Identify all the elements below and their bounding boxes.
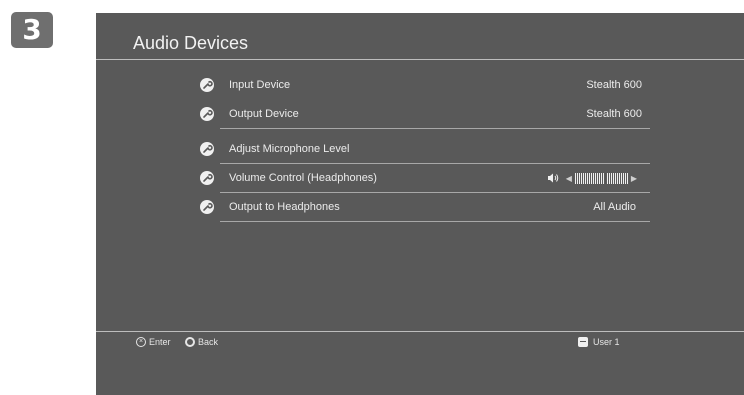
volume-tick (626, 172, 628, 184)
volume-tick (582, 172, 584, 184)
menu-item-output-to-headphones[interactable]: Output to Headphones All Audio (200, 193, 650, 222)
volume-tick (624, 172, 626, 184)
menu-item-value: Stealth 600 (586, 79, 642, 91)
wrench-icon (200, 171, 214, 185)
volume-decrease-icon[interactable]: ◀ (566, 174, 572, 183)
volume-tick (620, 172, 622, 184)
wrench-icon (200, 107, 214, 121)
menu-item-output-device[interactable]: Output Device Stealth 600 (200, 100, 650, 129)
volume-tick (602, 172, 604, 184)
volume-tick (592, 172, 594, 184)
volume-tick (590, 172, 592, 184)
console-screen: Audio Devices Input Device Stealth 600 O… (96, 13, 744, 395)
volume-tick (578, 172, 580, 184)
user-indicator: User 1 (578, 337, 620, 347)
volume-tick (586, 172, 588, 184)
volume-tick (596, 172, 598, 184)
volume-tick (610, 172, 612, 184)
volume-tick (614, 172, 616, 184)
menu-item-input-device[interactable]: Input Device Stealth 600 (200, 71, 650, 100)
menu-item-label: Volume Control (Headphones) (229, 172, 377, 184)
wrench-icon (200, 142, 214, 156)
page-title: Audio Devices (133, 33, 249, 53)
menu-item-label: Output to Headphones (229, 201, 340, 213)
volume-tick (618, 172, 620, 184)
menu-item-label: Adjust Microphone Level (229, 143, 350, 155)
menu-item-adjust-microphone-level[interactable]: Adjust Microphone Level (200, 135, 650, 164)
menu-item-label: Output Device (229, 108, 299, 120)
back-label: Back (198, 337, 219, 347)
user-icon (578, 337, 588, 347)
wrench-icon (200, 200, 214, 214)
menu-item-value: Stealth 600 (586, 108, 642, 120)
volume-tick (616, 172, 618, 184)
volume-tick (594, 172, 596, 184)
volume-tick (612, 172, 614, 184)
volume-tick (622, 172, 624, 184)
volume-tick (588, 172, 590, 184)
volume-tick (598, 172, 600, 184)
back-hint[interactable]: Back (185, 337, 218, 347)
volume-increase-icon[interactable]: ▶ (631, 174, 637, 183)
menu-item-value: All Audio (593, 201, 636, 213)
volume-tick (606, 172, 608, 184)
volume-tick (600, 172, 602, 184)
user-label: User 1 (593, 337, 620, 347)
volume-tick (576, 172, 578, 184)
volume-tick (584, 172, 586, 184)
step-number-badge: 3 (11, 12, 53, 48)
volume-slider[interactable]: ◀ ▶ (547, 171, 640, 185)
volume-level-bar (574, 172, 628, 184)
volume-tick (574, 172, 576, 184)
circle-button-icon (185, 337, 195, 347)
footer-divider (96, 331, 744, 332)
audio-devices-menu: Input Device Stealth 600 Output Device S… (200, 71, 650, 222)
cross-button-icon: × (136, 337, 146, 347)
speaker-icon (547, 173, 558, 183)
enter-hint[interactable]: × Enter (136, 337, 171, 347)
menu-item-label: Input Device (229, 79, 291, 91)
volume-tick (608, 172, 610, 184)
wrench-icon (200, 78, 214, 92)
title-divider (96, 59, 744, 60)
enter-label: Enter (149, 337, 171, 347)
volume-tick (580, 172, 582, 184)
menu-item-volume-control[interactable]: Volume Control (Headphones) ◀ ▶ (200, 164, 650, 193)
